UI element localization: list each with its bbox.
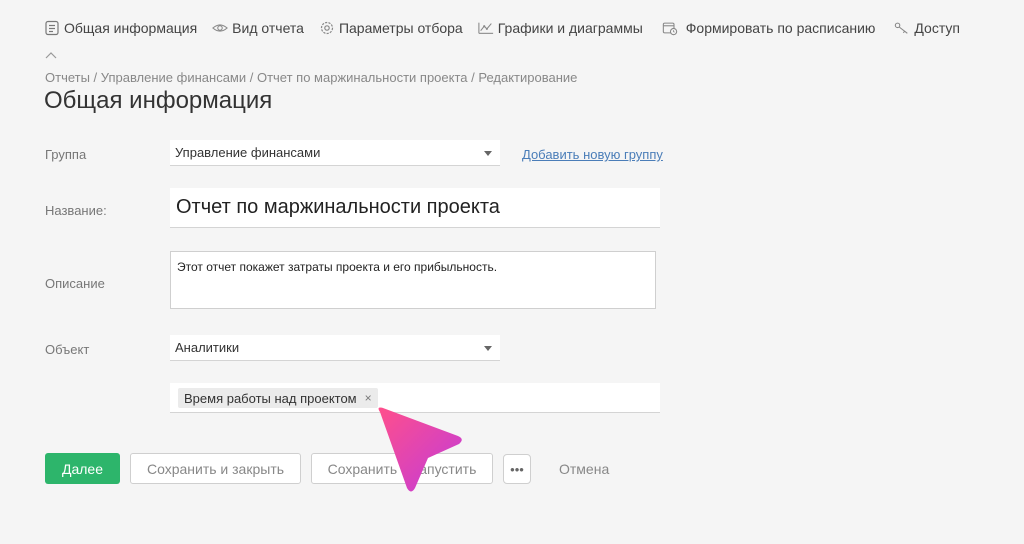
- tab-charts[interactable]: Графики и диаграммы: [478, 20, 643, 36]
- tab-bar: Общая информация Вид отчета Параметры от…: [44, 20, 975, 36]
- tag-label: Время работы над проектом: [184, 390, 357, 406]
- tab-label: Общая информация: [64, 20, 198, 36]
- calendar-clock-icon: [662, 20, 678, 36]
- next-button[interactable]: Далее: [45, 453, 120, 484]
- chevron-down-icon: [484, 150, 492, 156]
- object-label: Объект: [45, 342, 90, 357]
- tab-label: Формировать по расписанию: [685, 20, 876, 36]
- tag-chip: Время работы над проектом ×: [178, 388, 378, 408]
- tab-label: Графики и диаграммы: [497, 20, 643, 36]
- group-select-value: Управление финансами: [175, 145, 321, 160]
- save-close-button[interactable]: Сохранить и закрыть: [130, 453, 301, 484]
- add-group-link[interactable]: Добавить новую группу: [522, 147, 663, 162]
- chevron-down-icon: [484, 345, 492, 351]
- gear-icon: [319, 20, 335, 36]
- tab-general-info[interactable]: Общая информация: [44, 20, 197, 36]
- eye-icon: [212, 20, 229, 36]
- active-tab-indicator: [45, 46, 57, 64]
- close-icon[interactable]: ×: [365, 391, 372, 405]
- breadcrumb[interactable]: Отчеты / Управление финансами / Отчет по…: [45, 70, 577, 85]
- description-label: Описание: [45, 276, 105, 291]
- description-textarea[interactable]: Этот отчет покажет затраты проекта и его…: [170, 251, 656, 309]
- more-options-button[interactable]: •••: [503, 454, 531, 484]
- page-title: Общая информация: [44, 87, 273, 114]
- group-select[interactable]: Управление финансами: [170, 140, 500, 166]
- line-chart-icon: [478, 20, 494, 36]
- name-input[interactable]: [170, 188, 660, 228]
- tab-filter-params[interactable]: Параметры отбора: [319, 20, 463, 36]
- tab-report-view[interactable]: Вид отчета: [212, 20, 304, 36]
- object-select-value: Аналитики: [175, 340, 240, 355]
- tab-schedule[interactable]: Формировать по расписанию: [662, 20, 876, 36]
- key-icon: [894, 20, 910, 36]
- cancel-button[interactable]: Отмена: [559, 461, 609, 477]
- save-run-button[interactable]: Сохранить и запустить: [311, 453, 493, 484]
- tab-label: Доступ: [914, 20, 960, 36]
- tab-access[interactable]: Доступ: [894, 20, 960, 36]
- object-select[interactable]: Аналитики: [170, 335, 500, 361]
- tab-label: Параметры отбора: [338, 20, 463, 36]
- name-label: Название:: [45, 203, 107, 218]
- tab-label: Вид отчета: [232, 20, 304, 36]
- analytics-tag-input[interactable]: Время работы над проектом ×: [170, 383, 660, 413]
- document-list-icon: [44, 20, 60, 36]
- group-label: Группа: [45, 147, 87, 162]
